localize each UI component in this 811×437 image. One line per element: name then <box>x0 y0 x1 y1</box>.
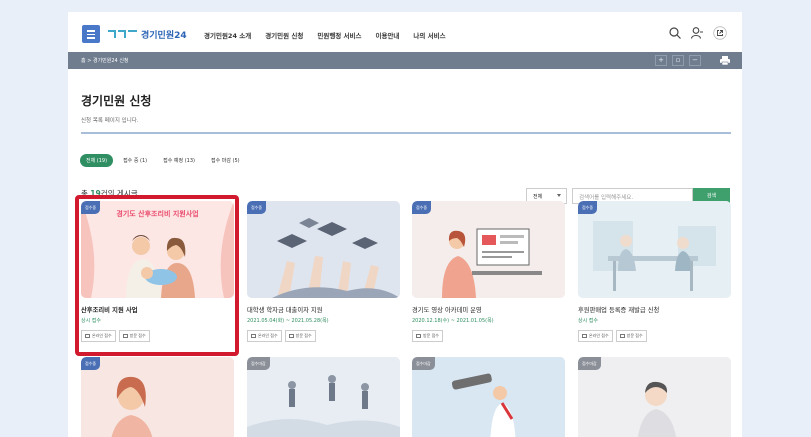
chevron-down-icon <box>557 194 561 197</box>
visit-apply-chip[interactable]: 방문 접수 <box>615 330 647 342</box>
page-title: 경기민원 신청 <box>81 94 152 108</box>
graduation-illustration-icon <box>247 201 400 298</box>
zoom-out-button[interactable]: − <box>689 55 701 66</box>
nav-item-admin-service[interactable]: 민원행정 서비스 <box>317 30 361 40</box>
woman-illustration-icon <box>81 357 234 437</box>
status-badge: 접수중 <box>247 201 267 214</box>
nav-item-intro[interactable]: 경기민원24 소개 <box>204 30 251 40</box>
logo-text: 경기민원24 <box>141 30 187 41</box>
status-badge: 접수마감 <box>578 357 601 370</box>
zoom-reset-button[interactable]: ▫ <box>672 55 684 66</box>
card-title[interactable]: 대학생 학자금 대출이자 지원 <box>247 305 323 314</box>
external-link-icon[interactable] <box>713 26 727 40</box>
chip-label: 방문 접수 <box>423 333 439 338</box>
building-icon <box>619 334 625 338</box>
status-badge: 접수마감 <box>247 357 270 370</box>
building-icon <box>416 334 421 338</box>
visit-apply-chip[interactable]: 방문 접수 <box>284 330 316 342</box>
user-icon[interactable] <box>690 26 704 40</box>
card-thumbnail[interactable]: 접수중 <box>81 357 234 437</box>
chip-label: 방문 접수 <box>626 333 643 338</box>
site-header: 경기민원24 경기민원24 소개 경기민원 신청 민원행정 서비스 이용안내 나… <box>68 12 742 52</box>
card-thumbnail[interactable]: 접수중 <box>247 201 400 298</box>
tab-all[interactable]: 전체 (19) <box>80 154 114 167</box>
card-status: 상시 접수 <box>578 318 598 324</box>
nav-item-my-service[interactable]: 나의 서비스 <box>413 30 445 40</box>
status-badge: 접수마감 <box>412 357 435 370</box>
monitor-icon <box>251 334 256 338</box>
nav-item-guide[interactable]: 이용안내 <box>375 30 399 40</box>
telescope-illustration-icon <box>412 357 565 437</box>
filter-tabs: 전체 (19) 접수 중 (1) 접수 예정 (13) 접수 마감 (5) <box>80 154 246 167</box>
building-icon <box>288 334 294 338</box>
card-status: 2020.12.18(수) ~ 2021.01.05(목) <box>412 318 494 324</box>
office-illustration-icon <box>578 201 731 298</box>
status-badge: 접수중 <box>81 357 101 370</box>
site-logo[interactable]: 경기민원24 <box>108 28 187 41</box>
zoom-in-button[interactable]: + <box>655 55 667 66</box>
card-thumbnail[interactable]: 접수중 <box>412 201 565 298</box>
chip-label: 온라인 접수 <box>589 333 609 338</box>
card-title[interactable]: 경기도 영상 아카데미 운영 <box>412 305 482 314</box>
print-icon[interactable] <box>719 55 731 66</box>
chip-label: 온라인 접수 <box>258 333 278 338</box>
online-apply-chip[interactable]: 온라인 접수 <box>578 330 613 342</box>
main-nav: 경기민원24 소개 경기민원 신청 민원행정 서비스 이용안내 나의 서비스 <box>204 30 446 40</box>
card-thumbnail[interactable]: 접수중 <box>578 201 731 298</box>
man-illustration-icon <box>578 357 731 437</box>
card-status: 2021.05.04(화) ~ 2021.05.28(목) <box>247 318 329 324</box>
page-description: 신청 목록 페이지 입니다. <box>81 118 139 124</box>
search-icon[interactable] <box>668 26 682 40</box>
nav-item-apply[interactable]: 경기민원 신청 <box>265 30 303 40</box>
status-badge: 접수중 <box>412 201 432 214</box>
selection-highlight <box>75 195 239 356</box>
monitor-icon <box>582 334 587 338</box>
card-thumbnail[interactable]: 접수마감 <box>578 357 731 437</box>
tab-open[interactable]: 접수 중 (1) <box>117 154 153 167</box>
breadcrumb[interactable]: 홈 > 경기민원24 신청 <box>81 57 129 64</box>
visit-apply-chip[interactable]: 방문 접수 <box>412 330 443 342</box>
logo-mark-icon <box>108 29 138 39</box>
search-category-value: 전체 <box>533 194 543 200</box>
status-badge: 접수중 <box>578 201 598 214</box>
menu-icon[interactable] <box>82 25 100 43</box>
card-thumbnail[interactable]: 접수마감 <box>247 357 400 437</box>
tab-scheduled[interactable]: 접수 예정 (13) <box>157 154 201 167</box>
walking-people-illustration-icon <box>247 357 400 437</box>
breadcrumb-bar: 홈 > 경기민원24 신청 + ▫ − <box>68 52 742 69</box>
card-title[interactable]: 후원판매업 등록증 재발급 신청 <box>578 305 659 314</box>
page-frame: 경기민원24 경기민원24 소개 경기민원 신청 민원행정 서비스 이용안내 나… <box>68 12 742 437</box>
card-thumbnail[interactable]: 접수마감 <box>412 357 565 437</box>
tab-closed[interactable]: 접수 마감 (5) <box>205 154 246 167</box>
chip-label: 방문 접수 <box>295 333 312 338</box>
video-editing-illustration-icon <box>412 201 565 298</box>
title-divider <box>81 132 731 134</box>
online-apply-chip[interactable]: 온라인 접수 <box>247 330 282 342</box>
